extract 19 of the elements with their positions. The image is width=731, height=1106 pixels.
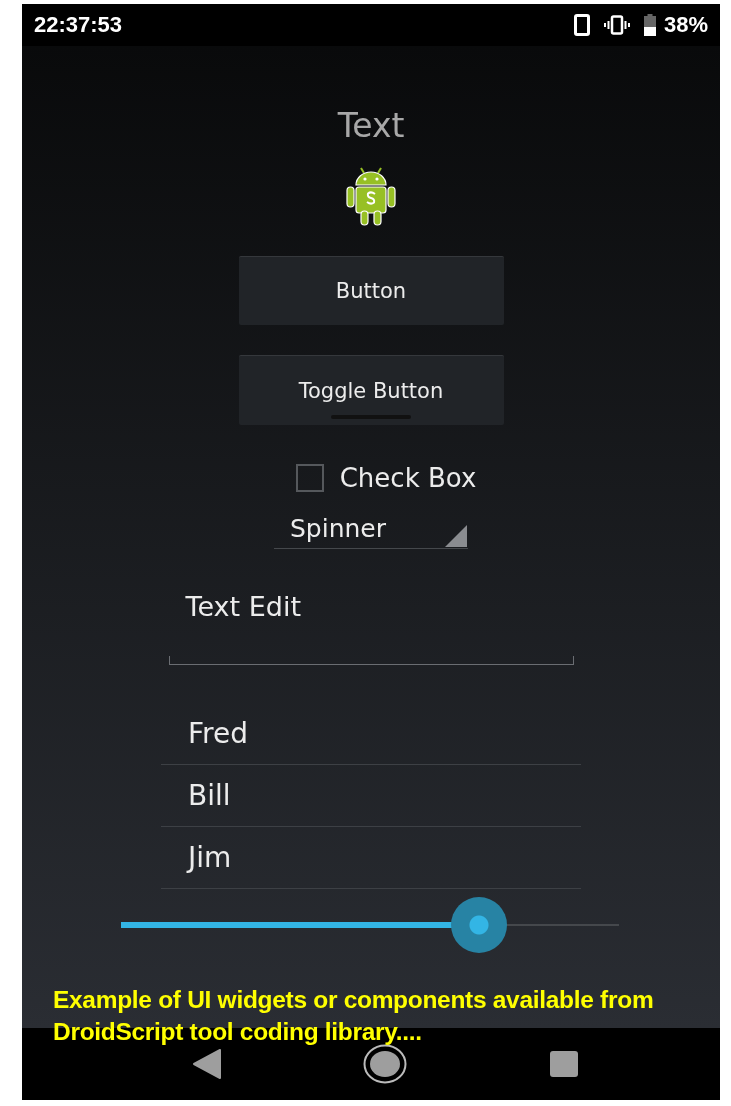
- title-text: Text: [337, 106, 405, 146]
- list-item[interactable]: Jim: [161, 827, 581, 889]
- triangle-icon: [445, 525, 467, 547]
- button[interactable]: Button: [238, 256, 504, 325]
- home-icon[interactable]: [363, 1044, 407, 1084]
- caption-text: Example of UI widgets or components available from DroidScript tool coding library....: [53, 985, 655, 1047]
- checkbox[interactable]: [295, 464, 324, 492]
- toggle-button[interactable]: Toggle Button: [238, 355, 504, 425]
- spinner-dropdown[interactable]: Spinner: [274, 509, 468, 549]
- vibrate-icon: [603, 15, 630, 35]
- phone-icon: [573, 14, 590, 36]
- battery-percent: 38%: [663, 12, 708, 38]
- back-icon[interactable]: [193, 1049, 221, 1079]
- checkbox-label: Check Box: [339, 463, 477, 493]
- list-item[interactable]: Bill: [161, 765, 581, 827]
- recents-icon[interactable]: [549, 1050, 579, 1078]
- battery-icon: [643, 14, 656, 36]
- status-time: 22:37:53: [34, 12, 123, 38]
- list-item[interactable]: Fred: [161, 703, 581, 765]
